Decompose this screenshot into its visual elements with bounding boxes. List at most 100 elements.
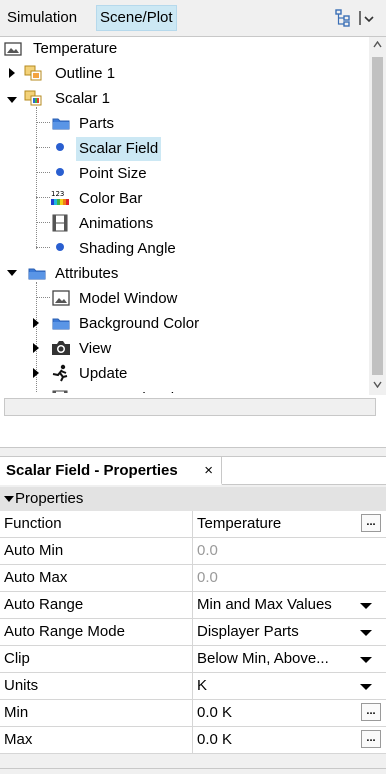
property-row-function[interactable]: Function Temperature ... xyxy=(0,511,386,538)
property-value: 0.0 xyxy=(197,569,218,586)
tree-hierarchy-icon[interactable] xyxy=(334,9,352,27)
dropdown-arrow-icon[interactable] xyxy=(360,657,372,663)
divider xyxy=(192,592,193,618)
folder-icon xyxy=(52,318,70,330)
scene-window-icon xyxy=(4,42,22,56)
tree-node-label: Temperature xyxy=(33,40,118,57)
property-value[interactable]: 0.0 K xyxy=(197,700,232,726)
tab-scalar-field-properties[interactable]: Scalar Field - Properties × xyxy=(0,457,222,485)
divider xyxy=(192,565,193,591)
divider xyxy=(192,511,193,537)
top-tab-bar: Simulation Scene/Plot xyxy=(0,0,386,37)
tree-node-label: View xyxy=(79,340,112,357)
properties-grid: Function Temperature ... Auto Min 0.0 Au… xyxy=(0,511,386,754)
property-row-auto-range-mode[interactable]: Auto Range Mode Displayer Parts xyxy=(0,619,386,646)
property-row-clip[interactable]: Clip Below Min, Above... xyxy=(0,646,386,673)
property-dot-icon xyxy=(56,143,64,151)
expand-arrow-icon[interactable] xyxy=(33,368,39,378)
divider xyxy=(192,700,193,726)
property-row-min[interactable]: Min 0.0 K ... xyxy=(0,700,386,727)
property-value[interactable]: Min and Max Values xyxy=(197,592,332,618)
property-key: Clip xyxy=(4,650,30,667)
tree-horizontal-scrollbar[interactable] xyxy=(4,398,376,416)
ellipsis-button[interactable]: ... xyxy=(361,514,381,532)
divider xyxy=(192,646,193,672)
property-key: Function xyxy=(4,515,62,532)
property-row-auto-max[interactable]: Auto Max 0.0 xyxy=(0,565,386,592)
property-dot-icon xyxy=(56,168,64,176)
tree-node-label: Outline 1 xyxy=(55,65,116,82)
scalar-displayer-icon xyxy=(24,90,42,106)
scroll-up-icon[interactable] xyxy=(373,41,382,48)
dropdown-arrow-icon[interactable] xyxy=(360,603,372,609)
property-value[interactable]: Below Min, Above... xyxy=(197,646,329,672)
scrollbar-thumb[interactable] xyxy=(372,57,383,375)
camera-icon xyxy=(52,341,70,355)
ellipsis-button[interactable]: ... xyxy=(361,703,381,721)
expand-arrow-icon[interactable] xyxy=(33,343,39,353)
tab-simulation[interactable]: Simulation xyxy=(4,6,80,30)
tree-node-label: Point Size xyxy=(79,165,147,182)
scroll-down-icon[interactable] xyxy=(373,381,382,388)
property-value[interactable]: K xyxy=(197,673,207,699)
property-value[interactable]: 0.0 K xyxy=(197,727,232,753)
tree-node-label: Color Bar xyxy=(79,190,143,207)
property-value[interactable]: Displayer Parts xyxy=(197,619,299,645)
property-value: 0.0 xyxy=(197,542,218,559)
property-key: Units xyxy=(4,677,39,694)
expand-arrow-icon[interactable] xyxy=(9,68,15,78)
tree-guide xyxy=(36,122,50,123)
tree-node-label: Background Color xyxy=(79,315,200,332)
property-key: Auto Range xyxy=(4,596,84,613)
collapse-arrow-icon[interactable] xyxy=(4,496,14,502)
property-key: Auto Range Mode xyxy=(4,623,125,640)
svg-text:123: 123 xyxy=(51,190,64,198)
divider xyxy=(222,484,386,485)
divider xyxy=(192,673,193,699)
divider xyxy=(192,727,193,753)
model-window-icon xyxy=(52,290,70,306)
collapse-arrow-icon[interactable] xyxy=(7,97,17,103)
property-row-auto-min[interactable]: Auto Min 0.0 xyxy=(0,538,386,565)
tree-node-label: Update xyxy=(79,365,128,382)
tree-guide xyxy=(36,297,50,298)
tree-node-label: Model Window xyxy=(79,290,178,307)
tree-guide xyxy=(36,222,50,223)
tree-node-label: Animations xyxy=(79,215,154,232)
close-icon[interactable]: × xyxy=(204,457,213,485)
tree-node-label: Scalar Field xyxy=(76,137,162,161)
properties-header: Scalar Field - Properties × xyxy=(0,456,386,485)
properties-section-header[interactable]: Properties xyxy=(0,487,386,511)
tree-node-label: Shading Angle xyxy=(79,240,176,257)
tree-guide xyxy=(36,147,50,148)
property-dot-icon xyxy=(56,243,64,251)
property-key: Auto Max xyxy=(4,569,68,586)
film-strip-icon xyxy=(52,214,68,232)
property-row-max[interactable]: Max 0.0 K ... xyxy=(0,727,386,754)
tree-guide xyxy=(36,197,50,198)
tree-vertical-scrollbar[interactable] xyxy=(369,37,386,395)
section-label: Properties xyxy=(15,490,84,507)
folder-icon xyxy=(28,268,46,280)
dropdown-arrow-icon[interactable] xyxy=(360,630,372,636)
tab-scene-plot[interactable]: Scene/Plot xyxy=(96,5,177,31)
property-row-auto-range[interactable]: Auto Range Min and Max Values xyxy=(0,592,386,619)
tree-node-label: Parts xyxy=(79,115,115,132)
property-row-units[interactable]: Units K xyxy=(0,673,386,700)
tree-guide xyxy=(36,172,50,173)
ellipsis-button[interactable]: ... xyxy=(361,730,381,748)
divider xyxy=(192,619,193,645)
divider xyxy=(0,768,386,769)
dropdown-arrow-icon[interactable] xyxy=(360,684,372,690)
collapse-arrow-icon[interactable] xyxy=(7,270,17,276)
property-value[interactable]: Temperature xyxy=(197,511,281,537)
outline-displayer-icon xyxy=(24,65,42,81)
tree-guide xyxy=(36,247,50,248)
tree-node-label: Attributes xyxy=(55,265,119,282)
color-bar-icon: 123 xyxy=(51,190,69,205)
property-key: Max xyxy=(4,731,33,748)
running-man-icon xyxy=(52,364,68,382)
expand-arrow-icon[interactable] xyxy=(33,318,39,328)
menu-chevron-icon[interactable] xyxy=(358,9,376,27)
folder-icon xyxy=(52,118,70,130)
